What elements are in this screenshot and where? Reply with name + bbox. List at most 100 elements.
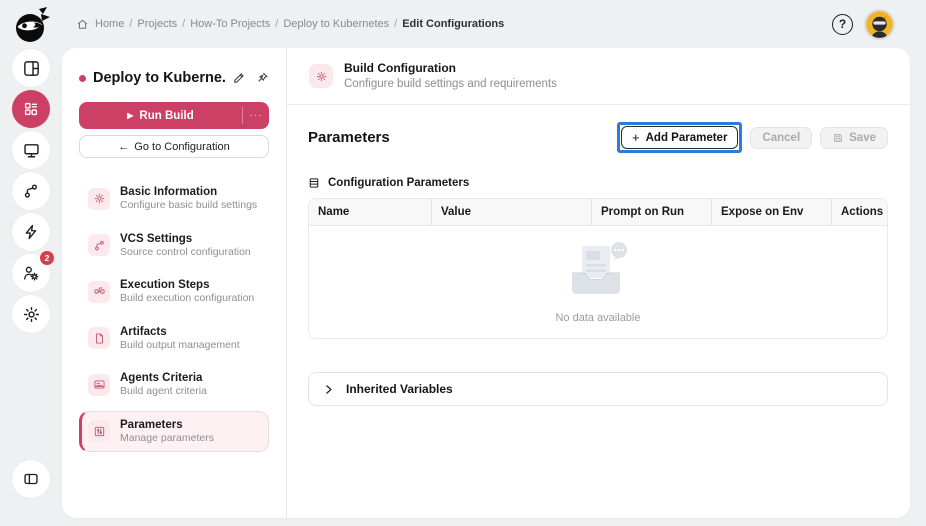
rail-pipelines-button[interactable]: [12, 172, 50, 210]
chevron-right-icon: [322, 383, 335, 396]
table-empty-state: No data available: [309, 226, 887, 338]
run-build-more-button[interactable]: ···: [242, 107, 269, 124]
git-branch-icon: [22, 182, 40, 200]
id-card-icon: [88, 373, 110, 396]
menu-item-label: VCS Settings: [120, 232, 193, 245]
top-bar: Home / Projects / How-To Projects / Depl…: [62, 0, 910, 48]
back-arrow-icon: ←: [118, 140, 130, 153]
table-rows-icon: [308, 177, 320, 189]
rail-collapse-button[interactable]: [12, 460, 50, 498]
main-content: Build Configuration Configure build sett…: [287, 48, 910, 518]
column-header-prompt-on-run: Prompt on Run: [592, 199, 712, 225]
empty-inbox-illustration: [556, 240, 640, 306]
configuration-title: Deploy to Kuberne...: [93, 70, 225, 86]
column-header-name: Name: [309, 199, 432, 225]
sliders-icon: [88, 420, 110, 443]
cancel-label: Cancel: [762, 131, 801, 144]
file-icon: [88, 327, 110, 350]
page-title: Build Configuration: [344, 60, 456, 75]
empty-state-text: No data available: [555, 312, 641, 324]
menu-item-subtitle: Build execution configuration: [120, 292, 255, 305]
menu-item-parameters[interactable]: Parameters Manage parameters: [79, 410, 269, 452]
app-logo-ninja[interactable]: [10, 5, 52, 47]
monitor-icon: [22, 141, 41, 160]
column-header-expose-on-env: Expose on Env: [712, 199, 832, 225]
menu-item-subtitle: Manage parameters: [120, 431, 214, 444]
gear-icon: [309, 64, 333, 88]
lightning-icon: [22, 223, 40, 241]
git-branch-icon: [88, 234, 110, 257]
breadcrumb-separator: /: [129, 18, 133, 30]
column-header-actions: Actions: [841, 206, 884, 218]
add-parameter-label: Add Parameter: [645, 131, 728, 144]
section-label-text: Configuration Parameters: [328, 177, 470, 189]
breadcrumb-deploy-to-kubernetes[interactable]: Deploy to Kubernetes: [283, 18, 389, 30]
pin-icon[interactable]: [255, 71, 269, 85]
parameters-heading: Parameters: [308, 129, 390, 146]
cancel-button[interactable]: Cancel: [750, 126, 813, 149]
rail-projects-button[interactable]: [12, 90, 50, 128]
icon-rail: 2: [0, 0, 62, 526]
breadcrumb-separator: /: [182, 18, 186, 30]
go-to-configuration-button[interactable]: ← Go to Configuration: [79, 135, 269, 158]
column-header-value: Value: [432, 199, 592, 225]
build-configuration-header: Build Configuration Configure build sett…: [287, 48, 910, 105]
steps-blocks-icon: [88, 280, 110, 303]
rail-activity-button[interactable]: [12, 213, 50, 251]
notifications-badge: 2: [40, 251, 54, 265]
page-subtitle: Configure build settings and requirement…: [344, 78, 557, 91]
save-label: Save: [849, 131, 876, 144]
dashboard-icon: [22, 59, 41, 78]
inherited-variables-label: Inherited Variables: [346, 382, 453, 396]
menu-item-agents-criteria[interactable]: Agents Criteria Build agent criteria: [79, 364, 269, 406]
breadcrumb-separator: /: [275, 18, 279, 30]
parameters-table: Name Value Prompt on Run Expose on Env A…: [308, 198, 888, 339]
panel-toggle-icon: [22, 470, 40, 488]
run-build-button[interactable]: ▶ Run Build ···: [79, 102, 269, 129]
menu-item-artifacts[interactable]: Artifacts Build output management: [79, 318, 269, 360]
rail-users-button[interactable]: 2: [12, 251, 54, 292]
add-parameter-button[interactable]: + Add Parameter: [621, 126, 739, 149]
main-card: Deploy to Kuberne... ▶ Run Build ··· ← G…: [62, 48, 910, 518]
breadcrumb: Home / Projects / How-To Projects / Depl…: [76, 18, 504, 31]
gear-icon: [88, 187, 110, 210]
menu-item-label: Parameters: [120, 418, 183, 431]
edit-pencil-icon[interactable]: [232, 71, 246, 85]
plus-icon: +: [632, 130, 640, 145]
menu-item-execution-steps[interactable]: Execution Steps Build execution configur…: [79, 271, 269, 313]
menu-item-label: Execution Steps: [120, 279, 210, 291]
breadcrumb-current-page: Edit Configurations: [402, 18, 505, 30]
breadcrumb-home[interactable]: Home: [95, 18, 124, 30]
play-icon: ▶: [127, 111, 134, 120]
configuration-menu: Basic Information Configure basic build …: [79, 178, 269, 452]
save-button[interactable]: Save: [820, 126, 888, 149]
rail-dashboard-button[interactable]: [12, 49, 50, 87]
status-dot: [79, 74, 86, 82]
rail-agents-button[interactable]: [12, 131, 50, 169]
menu-item-subtitle: Source control configuration: [120, 245, 251, 258]
breadcrumb-separator: /: [394, 18, 398, 30]
configuration-side-panel: Deploy to Kuberne... ▶ Run Build ··· ← G…: [62, 48, 287, 518]
home-icon: [76, 18, 89, 31]
gear-icon: [22, 305, 41, 324]
menu-item-subtitle: Build output management: [120, 338, 240, 351]
table-header-row: Name Value Prompt on Run Expose on Env A…: [309, 199, 887, 226]
help-button[interactable]: ?: [832, 13, 853, 35]
menu-item-label: Artifacts: [120, 325, 167, 338]
app-grid-icon: [22, 100, 40, 118]
go-to-configuration-label: Go to Configuration: [134, 140, 230, 153]
menu-item-vcs-settings[interactable]: VCS Settings Source control configuratio…: [79, 225, 269, 267]
breadcrumb-howto-projects[interactable]: How-To Projects: [190, 18, 270, 30]
user-gear-icon: [22, 264, 40, 282]
focus-highlight-box: + Add Parameter: [617, 122, 743, 153]
menu-item-subtitle: Build agent criteria: [120, 385, 207, 398]
inherited-variables-panel[interactable]: Inherited Variables: [308, 372, 888, 406]
rail-settings-button[interactable]: [12, 295, 50, 333]
menu-item-label: Basic Information: [120, 186, 218, 198]
app-root: 2 Home / Projects / How-To Projects / De…: [0, 0, 926, 526]
ellipsis-icon: ···: [249, 110, 263, 121]
configuration-parameters-label: Configuration Parameters: [308, 177, 888, 189]
breadcrumb-projects[interactable]: Projects: [137, 18, 177, 30]
user-avatar[interactable]: [866, 10, 893, 38]
menu-item-basic-information[interactable]: Basic Information Configure basic build …: [79, 178, 269, 220]
